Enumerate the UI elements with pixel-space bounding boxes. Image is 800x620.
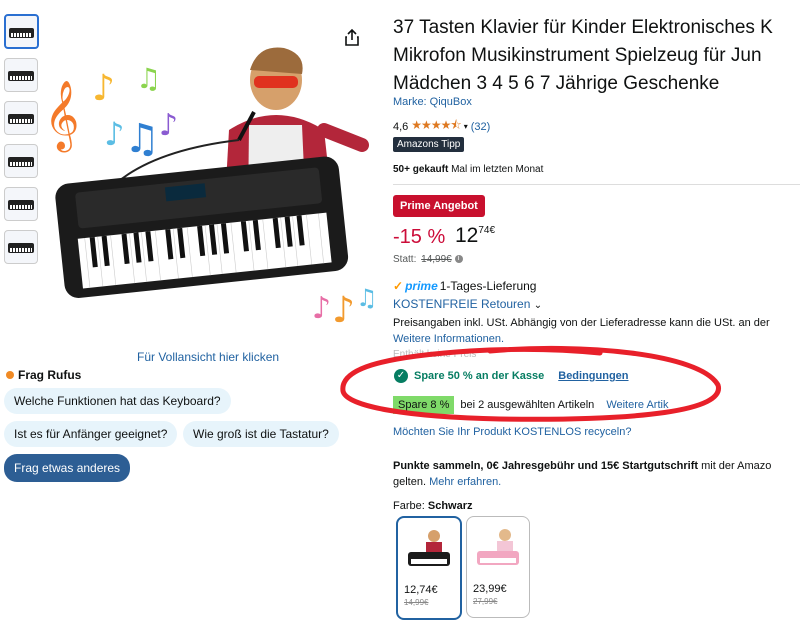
svg-text:♪: ♪ xyxy=(332,290,355,330)
title-line: Mikrofon Musikinstrument Spielzeug für J… xyxy=(393,45,762,66)
rating-value: 4,6 xyxy=(393,120,409,133)
more-info-link[interactable]: Weitere Informationen. xyxy=(393,333,504,345)
discount-percent: -15 % xyxy=(393,226,446,248)
points-rest: mit der Amazo xyxy=(698,460,772,472)
thumbnail-strip xyxy=(4,14,39,273)
swatch-image xyxy=(477,529,519,565)
product-image[interactable]: 𝄞 ♪ ♫ ♪ ♫ ♪ ♪ ♪ ♫ xyxy=(44,40,374,330)
tax-note: Preisangaben inkl. USt. Abhängig von der… xyxy=(393,317,770,329)
title-line: Mädchen 3 4 5 6 7 Jährige Geschenke xyxy=(393,73,720,94)
prime-delivery: ✓ prime 1-Tages-Lieferung xyxy=(393,279,536,293)
rufus-icon xyxy=(6,371,14,379)
rufus-heading: Frag Rufus xyxy=(6,368,81,382)
svg-text:♪: ♪ xyxy=(159,108,178,143)
was-price-value: 14,99€ xyxy=(421,254,452,265)
rating-count[interactable]: (32) xyxy=(471,121,491,133)
thumbnail[interactable] xyxy=(4,101,38,135)
info-icon[interactable]: i xyxy=(454,255,463,264)
svg-text:𝄞: 𝄞 xyxy=(44,80,79,152)
amazons-tipp-badge: Amazons Tipp xyxy=(393,137,465,152)
chevron-down-icon: ⌄ xyxy=(533,300,543,311)
color-swatch-pink[interactable]: 23,99€ 27,99€ xyxy=(466,516,530,618)
chevron-down-icon[interactable]: ▾ xyxy=(464,122,468,131)
was-label: Statt: xyxy=(393,254,417,265)
brand-link[interactable]: Marke: QiquBox xyxy=(393,96,472,108)
thumbnail[interactable] xyxy=(4,58,38,92)
price-whole: 12 xyxy=(455,224,479,247)
thumbnail[interactable] xyxy=(4,230,38,264)
was-price: Statt: 14,99€ i xyxy=(393,254,463,265)
svg-text:♫: ♫ xyxy=(124,116,160,162)
rufus-title: Frag Rufus xyxy=(18,368,82,382)
bought-count: 50+ gekauft Mal im letzten Monat xyxy=(393,164,543,175)
svg-text:♫: ♫ xyxy=(136,62,161,95)
color-label-text: Farbe: xyxy=(393,500,428,512)
learn-more-link[interactable]: Mehr erfahren. xyxy=(429,476,501,488)
rating-row[interactable]: 4,6 ★★★★⯪ ▾ (32) xyxy=(393,116,490,137)
points-promo: Punkte sammeln, 0€ Jahresgebühr und 15€ … xyxy=(393,458,800,490)
view-full-link[interactable]: Für Vollansicht hier klicken xyxy=(137,350,279,364)
price-cents: 74 xyxy=(478,225,490,236)
returns-text: KOSTENFREIE Retouren xyxy=(393,297,531,311)
svg-text:♪: ♪ xyxy=(92,68,115,109)
prime-deal-badge: Prime Angebot xyxy=(393,195,485,217)
free-returns-link[interactable]: KOSTENFREIE Retouren ⌄ xyxy=(393,297,542,311)
svg-text:♪: ♪ xyxy=(104,115,124,153)
rufus-ask-button[interactable]: Frag etwas anderes xyxy=(4,454,131,482)
thumbnail[interactable] xyxy=(4,187,38,221)
bought-rest: Mal im letzten Monat xyxy=(448,164,544,175)
rufus-chip[interactable]: Wie groß ist die Tastatur? xyxy=(183,421,339,447)
product-title: 37 Tasten Klavier für Kinder Elektronisc… xyxy=(393,14,800,98)
points-line2: gelten. xyxy=(393,476,430,488)
divider xyxy=(393,184,800,185)
swatch-old-price: 14,99€ xyxy=(404,598,429,607)
rufus-chip[interactable]: Welche Funktionen hat das Keyboard? xyxy=(4,388,231,414)
svg-text:♫: ♫ xyxy=(356,284,374,312)
points-bold: Punkte sammeln, 0€ Jahresgebühr und 15€ … xyxy=(393,460,699,472)
swatch-price: 12,74€ xyxy=(404,584,438,596)
swatch-image xyxy=(408,530,450,566)
recycle-link[interactable]: Möchten Sie Ihr Produkt KOSTENLOS recyce… xyxy=(393,426,631,438)
title-line: 37 Tasten Klavier für Kinder Elektronisc… xyxy=(393,17,773,38)
price-currency: € xyxy=(489,225,496,236)
prime-logo: prime xyxy=(405,279,438,293)
rufus-chip[interactable]: Ist es für Anfänger geeignet? xyxy=(4,421,178,447)
thumbnail[interactable] xyxy=(4,14,39,49)
swatch-old-price: 27,99€ xyxy=(473,597,498,606)
selected-color: Schwarz xyxy=(427,500,473,512)
color-swatch-black[interactable]: 12,74€ 14,99€ xyxy=(396,516,462,620)
delivery-text: 1-Tages-Lieferung xyxy=(439,279,537,293)
price: 12 74 € xyxy=(455,224,495,248)
bought-bold: 50+ gekauft xyxy=(393,164,449,175)
keyboard xyxy=(55,156,349,298)
star-rating-icon: ★★★★⯪ xyxy=(411,118,461,132)
swatch-price: 23,99€ xyxy=(473,583,507,595)
svg-text:♪: ♪ xyxy=(312,291,331,326)
thumbnail[interactable] xyxy=(4,144,38,178)
red-annotation-circle xyxy=(340,345,721,422)
color-label: Farbe: Schwarz xyxy=(393,500,473,512)
prime-check-icon: ✓ xyxy=(393,279,404,293)
